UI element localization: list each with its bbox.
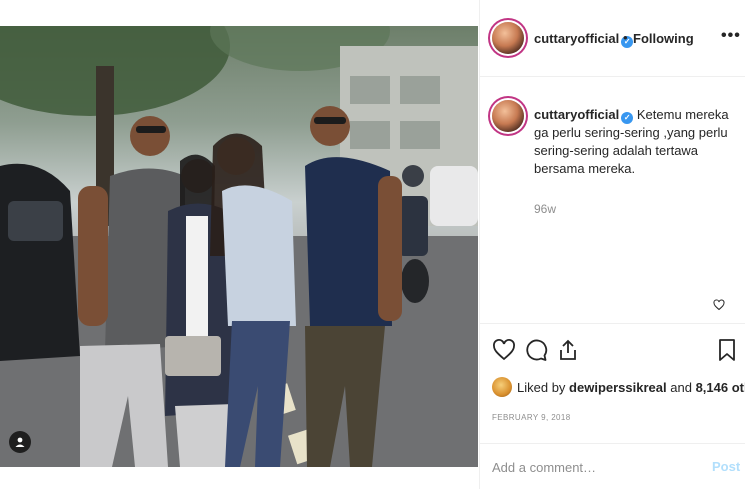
comment-icon[interactable]: [524, 338, 548, 367]
post-side-panel: cuttaryofficial ✓ • Following ••• cuttary…: [479, 0, 745, 489]
post-date[interactable]: FEBRUARY 9, 2018: [492, 413, 571, 422]
heart-icon[interactable]: [492, 338, 516, 367]
caption-text: cuttaryofficial ✓ Ketemu mereka ga perlu …: [534, 106, 734, 178]
post-actions: Liked by dewiperssikreal and 8,146 other…: [480, 323, 745, 443]
bookmark-icon[interactable]: [716, 338, 738, 367]
author-avatar[interactable]: [492, 22, 524, 54]
share-icon[interactable]: [556, 338, 580, 367]
comment-input[interactable]: [492, 457, 692, 477]
likes-others-link[interactable]: 8,146 others: [696, 380, 745, 395]
following-button[interactable]: Following: [633, 31, 694, 46]
group-photo-illustration: [0, 26, 478, 467]
caption-avatar[interactable]: [492, 100, 524, 132]
post-photo[interactable]: [0, 26, 478, 467]
header-separator: •: [623, 30, 628, 45]
liked-by-user[interactable]: dewiperssikreal: [569, 380, 667, 395]
liked-by-avatar[interactable]: [492, 377, 512, 397]
more-icon[interactable]: •••: [721, 27, 741, 45]
caption-section: cuttaryofficial ✓ Ketemu mereka ga perlu …: [480, 78, 745, 323]
caption-username[interactable]: cuttaryofficial ✓: [534, 107, 634, 124]
caption-time-ago[interactable]: 96w: [534, 202, 556, 216]
liked-by-text: Liked by dewiperssikreal and 8,146 other…: [517, 380, 745, 395]
comment-bar: Post: [480, 443, 745, 489]
user-tag-icon[interactable]: [9, 431, 31, 453]
author-username[interactable]: cuttaryofficial ✓: [534, 31, 634, 48]
post-header: cuttaryofficial ✓ • Following •••: [480, 0, 745, 77]
verified-icon: ✓: [621, 112, 634, 124]
liked-by-row: Liked by dewiperssikreal and 8,146 other…: [492, 377, 745, 399]
post-comment-button[interactable]: Post: [712, 459, 740, 474]
caption-like-icon[interactable]: [713, 298, 725, 316]
